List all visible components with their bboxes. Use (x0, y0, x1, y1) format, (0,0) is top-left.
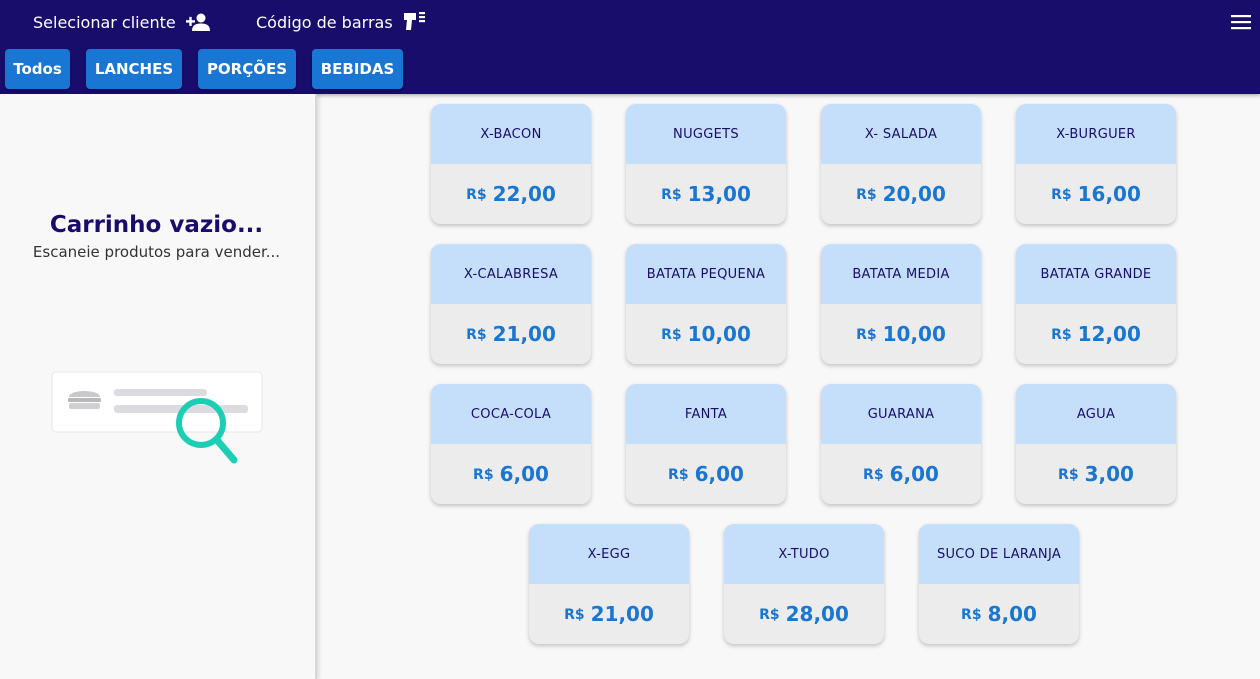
product-card[interactable]: COCA-COLA R$ 6,00 (431, 384, 591, 504)
product-price: R$ 3,00 (1016, 444, 1176, 504)
product-price: R$ 6,00 (821, 444, 981, 504)
currency-symbol: R$ (961, 607, 982, 623)
currency-symbol: R$ (466, 327, 487, 343)
product-price: R$ 22,00 (431, 164, 591, 224)
product-price: R$ 10,00 (626, 304, 786, 364)
price-value: 20,00 (882, 182, 946, 206)
price-value: 12,00 (1077, 322, 1141, 346)
product-card[interactable]: X-CALABRESA R$ 21,00 (431, 244, 591, 364)
person-add-icon (185, 13, 210, 31)
product-price: R$ 16,00 (1016, 164, 1176, 224)
product-name: GUARANA (821, 384, 981, 444)
select-client-label: Selecionar cliente (33, 12, 176, 32)
product-card[interactable]: X- SALADA R$ 20,00 (821, 104, 981, 224)
currency-symbol: R$ (473, 467, 494, 483)
product-price: R$ 6,00 (431, 444, 591, 504)
product-name: X-CALABRESA (431, 244, 591, 304)
price-value: 13,00 (687, 182, 751, 206)
category-bar: Todos LANCHES PORÇÕES BEBIDAS (0, 44, 1260, 94)
product-card[interactable]: X-BURGUER R$ 16,00 (1016, 104, 1176, 224)
top-bar: Selecionar cliente Código de barras (0, 0, 1260, 44)
product-name: NUGGETS (626, 104, 786, 164)
currency-symbol: R$ (668, 467, 689, 483)
product-name: X- SALADA (821, 104, 981, 164)
price-value: 6,00 (499, 462, 549, 486)
barcode-button[interactable]: Código de barras (256, 0, 427, 44)
product-name: BATATA MEDIA (821, 244, 981, 304)
product-card[interactable]: BATATA PEQUENA R$ 10,00 (626, 244, 786, 364)
product-card[interactable]: X-TUDO R$ 28,00 (724, 524, 884, 644)
select-client-button[interactable]: Selecionar cliente (33, 0, 212, 44)
price-value: 8,00 (987, 602, 1037, 626)
product-name: COCA-COLA (431, 384, 591, 444)
product-price: R$ 20,00 (821, 164, 981, 224)
price-value: 16,00 (1077, 182, 1141, 206)
product-grid: X-BACON R$ 22,00 NUGGETS R$ 13,00 X- SALAD… (317, 94, 1260, 679)
barcode-label: Código de barras (256, 12, 393, 32)
product-name: FANTA (626, 384, 786, 444)
currency-symbol: R$ (661, 327, 682, 343)
product-price: R$ 12,00 (1016, 304, 1176, 364)
category-tab-porcoes[interactable]: PORÇÕES (198, 49, 296, 89)
price-value: 10,00 (882, 322, 946, 346)
currency-symbol: R$ (1058, 467, 1079, 483)
product-card[interactable]: FANTA R$ 6,00 (626, 384, 786, 504)
empty-search-illustration (51, 371, 263, 464)
product-name: BATATA GRANDE (1016, 244, 1176, 304)
currency-symbol: R$ (863, 467, 884, 483)
product-name: X-EGG (529, 524, 689, 584)
product-card[interactable]: NUGGETS R$ 13,00 (626, 104, 786, 224)
currency-symbol: R$ (856, 187, 877, 203)
cart-empty-subtitle: Escaneie produtos para vender... (32, 243, 281, 261)
product-price: R$ 10,00 (821, 304, 981, 364)
product-price: R$ 13,00 (626, 164, 786, 224)
product-card[interactable]: AGUA R$ 3,00 (1016, 384, 1176, 504)
product-name: X-BACON (431, 104, 591, 164)
price-value: 21,00 (492, 322, 556, 346)
currency-symbol: R$ (661, 187, 682, 203)
product-name: X-BURGUER (1016, 104, 1176, 164)
product-card[interactable]: BATATA MEDIA R$ 10,00 (821, 244, 981, 364)
price-value: 6,00 (694, 462, 744, 486)
currency-symbol: R$ (856, 327, 877, 343)
currency-symbol: R$ (564, 607, 585, 623)
cart-panel: Carrinho vazio... Escaneie produtos para… (0, 94, 317, 679)
price-value: 6,00 (889, 462, 939, 486)
category-tab-todos[interactable]: Todos (5, 49, 70, 89)
currency-symbol: R$ (466, 187, 487, 203)
cart-empty-title: Carrinho vazio... (49, 212, 264, 238)
product-price: R$ 21,00 (431, 304, 591, 364)
category-tab-lanches[interactable]: LANCHES (86, 49, 182, 89)
product-price: R$ 21,00 (529, 584, 689, 644)
price-value: 21,00 (590, 602, 654, 626)
price-value: 22,00 (492, 182, 556, 206)
product-card[interactable]: X-BACON R$ 22,00 (431, 104, 591, 224)
price-value: 10,00 (687, 322, 751, 346)
product-price: R$ 28,00 (724, 584, 884, 644)
product-card[interactable]: GUARANA R$ 6,00 (821, 384, 981, 504)
product-price: R$ 8,00 (919, 584, 1079, 644)
product-card[interactable]: SUCO DE LARANJA R$ 8,00 (919, 524, 1079, 644)
product-name: BATATA PEQUENA (626, 244, 786, 304)
product-card[interactable]: X-EGG R$ 21,00 (529, 524, 689, 644)
currency-symbol: R$ (759, 607, 780, 623)
barcode-scanner-icon (403, 12, 425, 30)
product-name: SUCO DE LARANJA (919, 524, 1079, 584)
hamburger-menu-icon[interactable] (1230, 12, 1252, 32)
product-price: R$ 6,00 (626, 444, 786, 504)
category-tab-bebidas[interactable]: BEBIDAS (312, 49, 403, 89)
product-name: AGUA (1016, 384, 1176, 444)
currency-symbol: R$ (1051, 187, 1072, 203)
product-name: X-TUDO (724, 524, 884, 584)
price-value: 28,00 (785, 602, 849, 626)
price-value: 3,00 (1084, 462, 1134, 486)
product-card[interactable]: BATATA GRANDE R$ 12,00 (1016, 244, 1176, 364)
currency-symbol: R$ (1051, 327, 1072, 343)
